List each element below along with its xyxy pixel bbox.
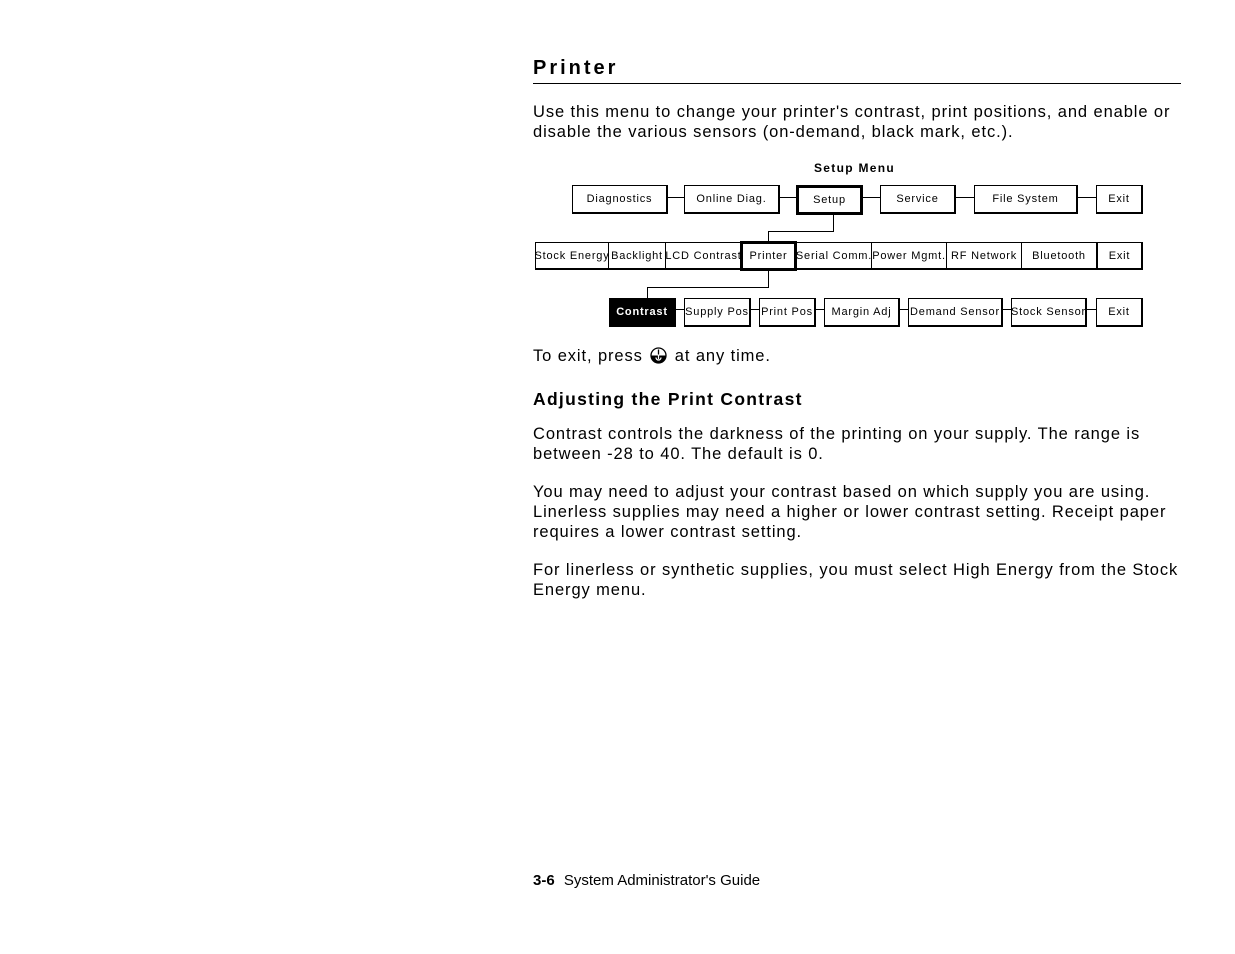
menu-node-online-diag: Online Diag. [684,185,780,214]
menu-node-margin-adj: Margin Adj [824,298,900,327]
body-paragraph: You may need to adjust your contrast bas… [533,483,1167,541]
title-rule [533,83,1181,84]
menu-node-stock-sensor: Stock Sensor [1011,298,1087,327]
menu-node-file-system: File System [974,185,1078,214]
menu-node-lcd-contrast: LCD Contrast [666,242,741,270]
connector [900,309,908,310]
connector [816,309,824,310]
page-title: Printer [533,57,619,79]
connector [833,215,834,232]
menu-node-demand-sensor: Demand Sensor [908,298,1003,327]
exit-instruction: To exit, press at any time. [533,346,1183,366]
connector [780,197,796,198]
menu-node-serial-comm: Serial Comm. [797,242,872,270]
menu-node-diagnostics: Diagnostics [572,185,668,214]
menu-node-rf-network: RF Network [947,242,1022,270]
menu-node-setup: Setup [796,185,863,215]
menu-node-exit: Exit [1097,242,1143,270]
escape-key-icon [650,347,667,364]
menu-node-exit: Exit [1096,298,1143,327]
intro-paragraph: Use this menu to change your printer's c… [533,103,1171,141]
menu-node-service: Service [880,185,956,214]
body-paragraph: For linerless or synthetic supplies, you… [533,561,1179,599]
connector [647,287,769,288]
section-heading: Adjusting the Print Contrast [533,389,803,409]
exit-text-before: To exit, press [533,347,649,365]
menu-node-bluetooth: Bluetooth [1022,242,1097,270]
connector [676,309,684,310]
menu-node-contrast: Contrast [609,298,676,327]
menu-node-stock-energy: Stock Energy [535,242,609,270]
menu-node-printer: Printer [740,241,797,271]
menu-node-exit: Exit [1096,185,1143,214]
connector [647,287,648,298]
connector [768,271,769,288]
page-number: 3-6 [533,872,555,889]
connector [863,197,880,198]
body-paragraph: Contrast controls the darkness of the pr… [533,425,1141,463]
connector [668,197,684,198]
connector [1078,197,1096,198]
connector [751,309,759,310]
exit-text-after: at any time. [669,347,771,365]
menu-node-print-pos: Print Pos [759,298,816,327]
connector [1003,309,1011,310]
menu-node-power-mgmt: Power Mgmt. [872,242,947,270]
menu-node-backlight: Backlight [609,242,666,270]
menu-node-supply-pos: Supply Pos [684,298,751,327]
connector [768,231,834,232]
connector [1087,309,1096,310]
diagram-title: Setup Menu [814,161,895,175]
page-footer: 3-6 System Administrator's Guide [533,872,760,889]
guide-title: System Administrator's Guide [563,872,761,889]
connector [956,197,974,198]
